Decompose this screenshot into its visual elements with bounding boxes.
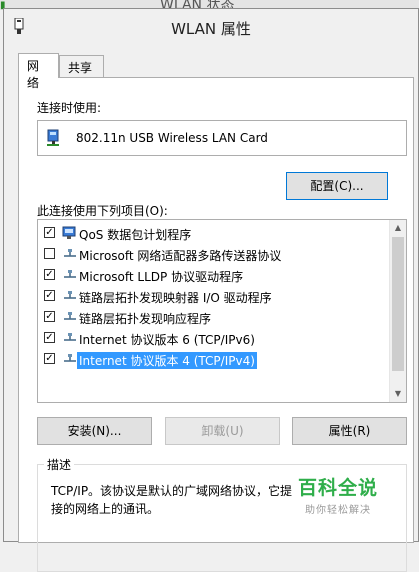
install-button[interactable]: 安装(N)...: [37, 417, 152, 445]
list-item-label: Internet 协议版本 6 (TCP/IPv6): [79, 333, 255, 347]
list-item-label: 链路层拓扑发现映射器 I/O 驱动程序: [79, 291, 272, 305]
watermark-main: 百科全说: [298, 477, 379, 499]
configure-button[interactable]: 配置(C)...: [286, 172, 388, 200]
protocol-icon: [64, 270, 76, 278]
checkbox-unchecked[interactable]: [44, 248, 55, 259]
adapter-name: 802.11n USB Wireless LAN Card: [76, 131, 268, 145]
protocol-icon: [64, 312, 76, 320]
checkbox-checked[interactable]: ✓: [44, 269, 55, 280]
scroll-down-icon[interactable]: ▼: [390, 386, 406, 402]
adapter-field: 802.11n USB Wireless LAN Card: [37, 120, 407, 156]
components-list[interactable]: ✓ QoS 数据包计划程序 Microsoft 网络适配器多路传送器协议 ✓ M…: [37, 219, 407, 403]
list-item-ipv4[interactable]: ✓ Internet 协议版本 4 (TCP/IPv4): [38, 349, 378, 370]
list-item-qos[interactable]: ✓ QoS 数据包计划程序: [38, 223, 378, 244]
list-scrollbar[interactable]: ▲ ▼: [389, 220, 406, 402]
protocol-icon: [64, 291, 76, 299]
protocol-icon: [64, 249, 76, 257]
watermark-sub: 助你轻松解决: [305, 505, 371, 516]
list-item-multiplexor[interactable]: Microsoft 网络适配器多路传送器协议: [38, 244, 378, 265]
checkbox-checked[interactable]: ✓: [44, 227, 55, 238]
protocol-icon: [64, 354, 76, 362]
tab-sharing[interactable]: 共享: [59, 55, 104, 77]
scroll-up-icon[interactable]: ▲: [390, 220, 406, 236]
scroll-thumb[interactable]: [392, 237, 404, 371]
list-item-lltd-mapper[interactable]: ✓ 链路层拓扑发现映射器 I/O 驱动程序: [38, 286, 378, 307]
list-item-label: Microsoft LLDP 协议驱动程序: [79, 270, 244, 284]
title-bar[interactable]: WLAN 属性: [4, 9, 418, 43]
description-legend: 描述: [44, 456, 75, 473]
list-item-label: QoS 数据包计划程序: [79, 228, 192, 242]
uninstall-button[interactable]: 卸载(U): [165, 417, 280, 445]
tab-network[interactable]: 网络: [18, 53, 59, 90]
items-label: 此连接使用下列项目(O):: [37, 204, 168, 218]
network-card-icon: [47, 129, 59, 146]
checkbox-checked[interactable]: ✓: [44, 311, 55, 322]
list-item-lldp[interactable]: ✓ Microsoft LLDP 协议驱动程序: [38, 265, 378, 286]
properties-button[interactable]: 属性(R): [292, 417, 407, 445]
qos-icon: [62, 226, 76, 239]
list-item-lltd-responder[interactable]: ✓ 链路层拓扑发现响应程序: [38, 307, 378, 328]
checkbox-checked[interactable]: ✓: [44, 353, 55, 364]
dialog-title: WLAN 属性: [171, 20, 251, 38]
connect-using-label: 连接时使用:: [37, 101, 102, 115]
watermark-logo: 百科全说 助你轻松解决: [298, 473, 378, 516]
list-item-label: 链路层拓扑发现响应程序: [79, 312, 212, 326]
checkbox-checked[interactable]: ✓: [44, 290, 55, 301]
protocol-icon: [64, 333, 76, 341]
list-item-label: Microsoft 网络适配器多路传送器协议: [79, 249, 282, 263]
list-item-label: Internet 协议版本 4 (TCP/IPv4): [77, 352, 257, 369]
wlan-properties-dialog: WLAN 属性 网络 共享 连接时使用: 802.11n USB Wireles…: [3, 8, 419, 572]
list-item-ipv6[interactable]: ✓ Internet 协议版本 6 (TCP/IPv6): [38, 328, 378, 349]
checkbox-checked[interactable]: ✓: [44, 332, 55, 343]
